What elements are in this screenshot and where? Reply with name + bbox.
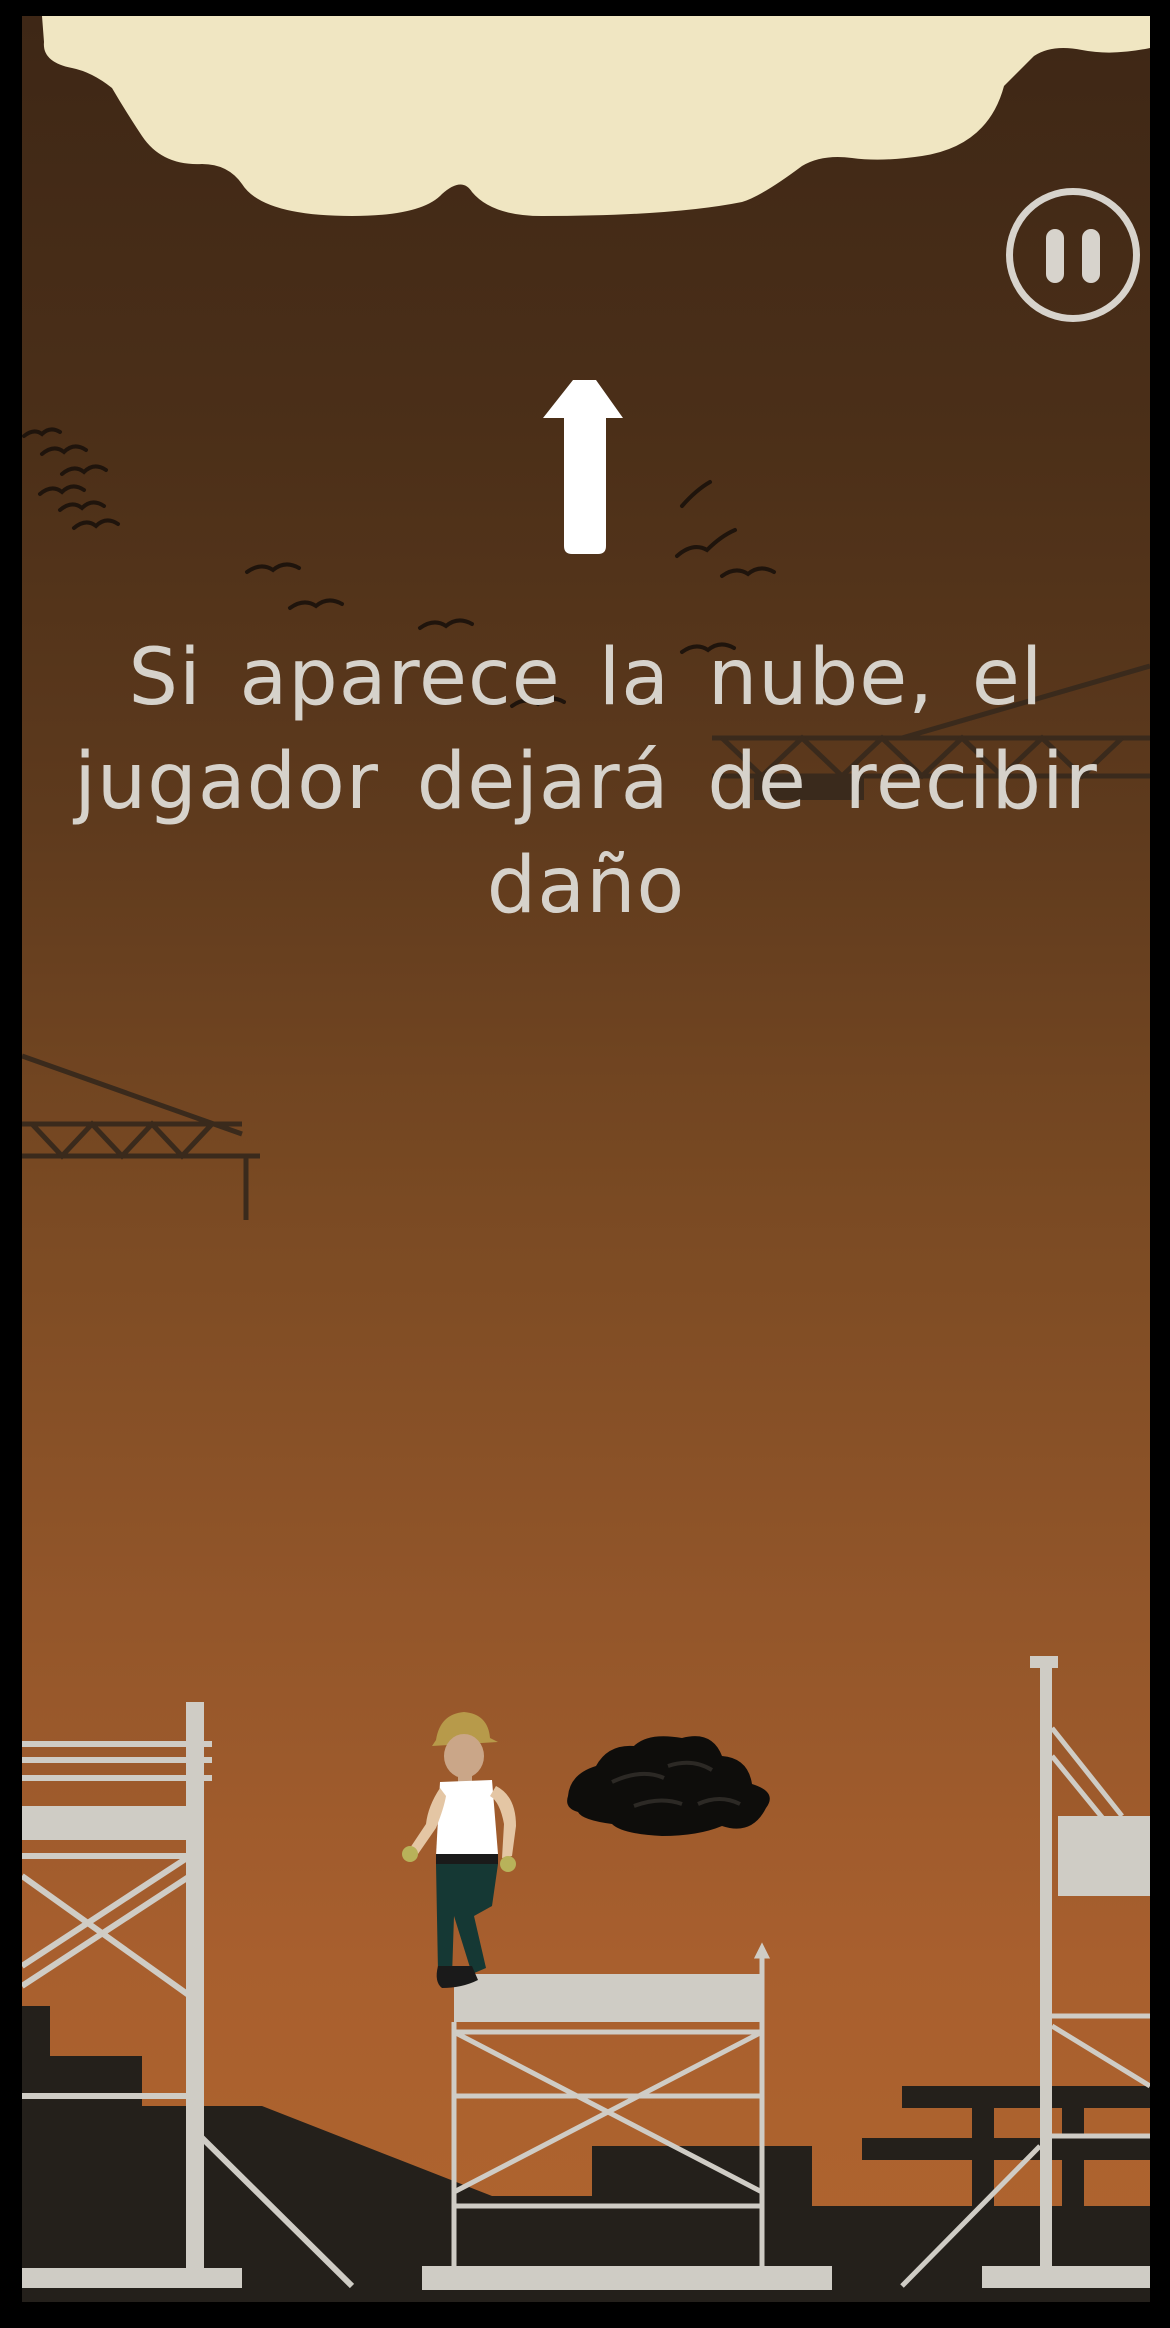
tutorial-hint-text: Si aparece la nube, el jugador dejará de… — [74, 633, 1098, 931]
pause-icon — [1046, 229, 1064, 283]
pause-button[interactable] — [1006, 188, 1140, 322]
storm-cloud — [567, 1736, 770, 1836]
game-viewport: Si aparece la nube, el jugador dejará de… — [22, 16, 1150, 2302]
pause-icon-bar — [1082, 229, 1100, 283]
game-screen: Si aparece la nube, el jugador dejará de… — [0, 0, 1170, 2328]
player-character — [402, 1712, 516, 1988]
scene-actors — [402, 1712, 770, 1988]
